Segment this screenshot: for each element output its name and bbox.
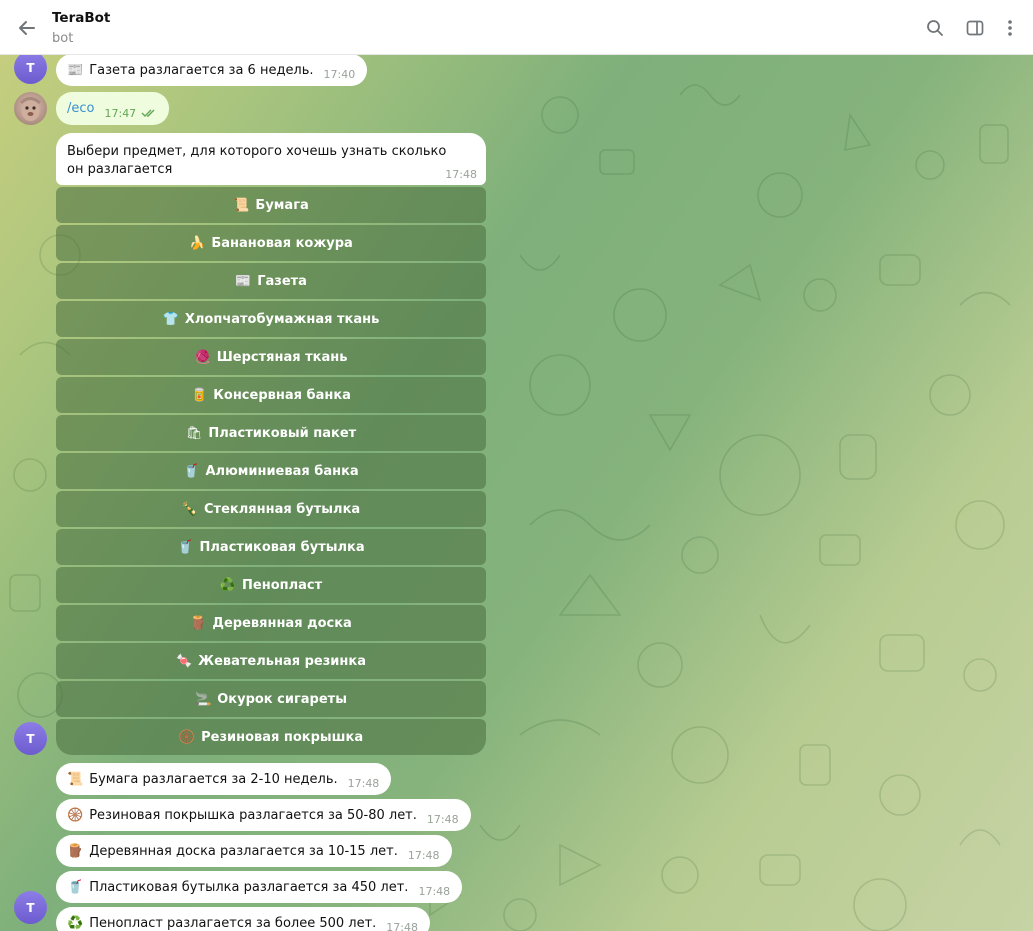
- button-emoji-icon: 📜: [233, 197, 250, 213]
- button-label: Окурок сигареты: [217, 691, 347, 707]
- button-label: Деревянная доска: [212, 615, 352, 631]
- button-emoji-icon: 👕: [162, 311, 179, 327]
- cup-icon: 🥤: [67, 879, 84, 895]
- button-emoji-icon: 🥤: [183, 463, 200, 479]
- keyboard-button[interactable]: 🥤 Пластиковая бутылка: [56, 529, 486, 565]
- button-emoji-icon: 🪵: [190, 615, 207, 631]
- chat-header: TeraBot bot: [0, 0, 1033, 55]
- tire-icon: 🛞: [67, 807, 84, 823]
- message-time: 17:48: [386, 921, 418, 931]
- keyboard-button[interactable]: 🛞 Резиновая покрышка: [56, 719, 486, 755]
- button-emoji-icon: 🥫: [191, 387, 208, 403]
- keyboard-button[interactable]: 🥤 Алюминиевая банка: [56, 453, 486, 489]
- message-text: Пластиковая бутылка разлагается за 450 л…: [89, 879, 409, 895]
- keyboard-button[interactable]: 🧶 Шерстяная ткань: [56, 339, 486, 375]
- button-label: Пластиковый пакет: [208, 425, 357, 441]
- keyboard-button[interactable]: 📜 Бумага: [56, 187, 486, 223]
- bot-message: 📰 Газета разлагается за 6 недель. 17:40: [56, 54, 368, 86]
- keyboard-button[interactable]: 🍌 Банановая кожура: [56, 225, 486, 261]
- bot-reply-message: 🪵 Деревянная доска разлагается за 10-15 …: [56, 835, 452, 867]
- bot-reply-message: 🛞 Резиновая покрышка разлагается за 50-8…: [56, 799, 471, 831]
- message-time: 17:47: [104, 106, 137, 120]
- keyboard-button[interactable]: 🪵 Деревянная доска: [56, 605, 486, 641]
- avatar-letter: T: [26, 60, 35, 75]
- button-emoji-icon: 🥤: [177, 539, 194, 555]
- message-text: Резиновая покрышка разлагается за 50-80 …: [89, 807, 417, 823]
- bot-reply-message: 📜 Бумага разлагается за 2-10 недель. 17:…: [56, 763, 392, 795]
- keyboard-button[interactable]: 📰 Газета: [56, 263, 486, 299]
- button-label: Газета: [257, 273, 307, 289]
- avatar-letter: T: [26, 900, 35, 915]
- double-check-icon: [141, 109, 155, 117]
- button-label: Консервная банка: [213, 387, 351, 403]
- button-emoji-icon: 🧶: [194, 349, 211, 365]
- button-label: Банановая кожура: [211, 235, 353, 251]
- button-emoji-icon: ♻️: [219, 577, 237, 593]
- button-emoji-icon: 🛞: [178, 729, 196, 745]
- user-avatar[interactable]: [14, 92, 47, 125]
- message-text: Выбери предмет, для которого хочешь узна…: [67, 144, 447, 177]
- keyboard-button[interactable]: 🚬 Окурок сигареты: [56, 681, 486, 717]
- bot-avatar[interactable]: T: [14, 51, 47, 84]
- keyboard-button[interactable]: 🍾 Стеклянная бутылка: [56, 491, 486, 527]
- search-icon: [927, 20, 943, 36]
- keyboard-button[interactable]: 🛍 Пластиковый пакет: [56, 415, 486, 451]
- message-text: Бумага разлагается за 2-10 недель.: [89, 771, 338, 787]
- arrow-left-icon: [19, 21, 35, 35]
- button-label: Шерстяная ткань: [216, 349, 348, 365]
- message-time: 17:48: [418, 885, 451, 898]
- sidebar-icon: [966, 20, 984, 36]
- button-label: Пенопласт: [242, 577, 323, 593]
- chat-subtitle: bot: [52, 31, 74, 46]
- button-label: Резиновая покрышка: [201, 729, 364, 745]
- button-label: Бумага: [255, 197, 309, 213]
- message-time: 17:48: [407, 849, 440, 862]
- command-link[interactable]: /eco: [67, 101, 94, 116]
- sidebar-toggle-button[interactable]: [961, 14, 989, 42]
- button-label: Хлопчатобумажная ткань: [184, 311, 380, 327]
- avatar-letter: T: [26, 731, 35, 746]
- bot-reply-message: ♻️ Пенопласт разлагается за более 500 ле…: [56, 907, 430, 931]
- user-photo-icon: [19, 97, 42, 121]
- keyboard-button[interactable]: ♻️ Пенопласт: [56, 567, 486, 603]
- button-label: Стеклянная бутылка: [204, 501, 361, 517]
- message-text: Деревянная доска разлагается за 10-15 ле…: [89, 843, 398, 859]
- button-emoji-icon: 🚬: [195, 691, 212, 707]
- keyboard-button[interactable]: 🥫 Консервная банка: [56, 377, 486, 413]
- button-label: Пластиковая бутылка: [199, 539, 365, 555]
- keyboard-button[interactable]: 🍬 Жевательная резинка: [56, 643, 486, 679]
- bot-reply-message: 🥤 Пластиковая бутылка разлагается за 450…: [56, 871, 463, 903]
- button-emoji-icon: 🛍: [185, 425, 203, 441]
- message-time: 17:48: [445, 168, 477, 181]
- message-text: Пенопласт разлагается за более 500 лет.: [89, 915, 377, 931]
- wood-icon: 🪵: [67, 843, 84, 859]
- message-time: 17:48: [347, 777, 380, 790]
- chat-title[interactable]: TeraBot: [52, 10, 110, 26]
- more-options-button[interactable]: [996, 14, 1024, 42]
- message-time: 17:48: [426, 813, 459, 826]
- message-text: Газета разлагается за 6 недель.: [89, 62, 314, 78]
- button-emoji-icon: 🍬: [175, 653, 193, 669]
- recycle-icon: ♻️: [67, 915, 84, 931]
- keyboard-button[interactable]: 👕 Хлопчатобумажная ткань: [56, 301, 486, 337]
- button-label: Алюминиевая банка: [205, 463, 359, 479]
- message-time: 17:40: [323, 68, 356, 81]
- paper-icon: 📜: [67, 771, 84, 787]
- search-button[interactable]: [921, 14, 949, 42]
- bot-prompt-message: Выбери предмет, для которого хочешь узна…: [56, 133, 486, 185]
- button-emoji-icon: 🍌: [189, 235, 206, 251]
- more-vertical-icon: [1008, 20, 1012, 36]
- bot-avatar[interactable]: T: [14, 891, 47, 924]
- back-button[interactable]: [12, 14, 42, 42]
- newspaper-icon: 📰: [67, 62, 84, 78]
- button-emoji-icon: 📰: [235, 273, 252, 289]
- button-emoji-icon: 🍾: [181, 501, 199, 517]
- bot-avatar[interactable]: T: [14, 722, 47, 755]
- user-message: /eco 17:47: [56, 92, 170, 125]
- button-label: Жевательная резинка: [198, 653, 366, 669]
